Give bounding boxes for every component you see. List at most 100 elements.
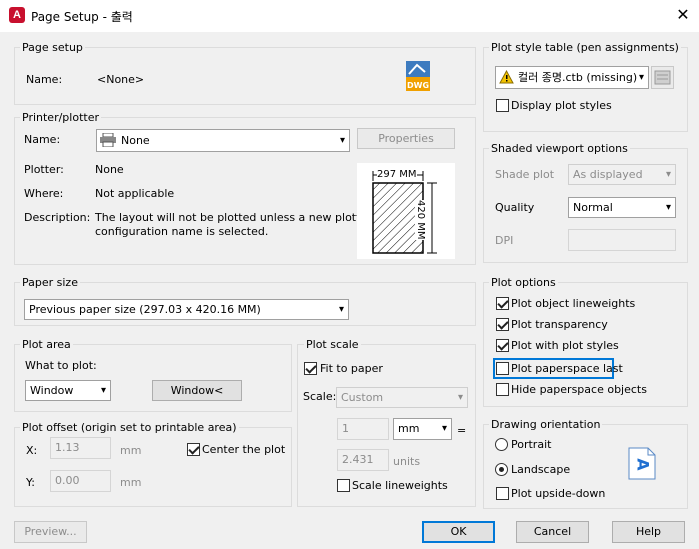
paper-height-text: 420 MM <box>415 200 426 240</box>
paper-size-select[interactable]: Previous paper size (297.03 x 420.16 MM)… <box>24 299 349 320</box>
display-plot-styles-checkbox[interactable] <box>496 99 509 112</box>
plot-style-edit-icon <box>654 70 671 88</box>
orientation-letter: A <box>633 458 653 471</box>
fit-to-paper-label: Fit to paper <box>320 362 383 375</box>
printer-name-value: None <box>121 134 150 147</box>
offset-y-input[interactable]: 0.00 <box>50 470 111 492</box>
plot-paperspace-last-label: Plot paperspace last <box>511 362 623 375</box>
chevron-down-icon: ▾ <box>665 202 671 213</box>
autocad-app-icon: A <box>9 7 25 23</box>
what-to-plot-select[interactable]: Window ▾ <box>25 380 111 401</box>
chevron-down-icon: ▾ <box>638 72 644 83</box>
printer-name-label: Name: <box>24 133 61 146</box>
plot-area-group <box>14 344 292 412</box>
plot-area-group-label: Plot area <box>20 338 73 351</box>
plot-style-select[interactable]: 컬러 종명.ctb (missing) ▾ <box>495 66 649 89</box>
chevron-down-icon: ▾ <box>457 392 463 403</box>
ok-button[interactable]: OK <box>422 521 495 543</box>
dwg-icon-text: DWG <box>407 81 430 90</box>
dpi-label: DPI <box>495 234 514 247</box>
scale-units-input[interactable]: 2.431 <box>337 449 389 471</box>
shade-plot-select[interactable]: As displayed ▾ <box>568 164 676 185</box>
drawing-orientation-group-label: Drawing orientation <box>489 418 603 431</box>
scale-select[interactable]: Custom ▾ <box>336 387 468 408</box>
offset-x-input[interactable]: 1.13 <box>50 437 111 459</box>
help-button[interactable]: Help <box>612 521 685 543</box>
printer-name-select[interactable]: None ▾ <box>96 129 350 152</box>
printer-icon <box>100 132 116 150</box>
paper-size-value: Previous paper size (297.03 x 420.16 MM) <box>29 303 261 316</box>
plot-with-plot-styles-checkbox[interactable] <box>496 339 509 352</box>
properties-button[interactable]: Properties <box>357 128 455 149</box>
plot-upside-down-checkbox[interactable] <box>496 487 509 500</box>
close-icon[interactable]: ✕ <box>672 4 694 26</box>
cancel-button[interactable]: Cancel <box>516 521 589 543</box>
scale-value: Custom <box>341 391 384 404</box>
plot-offset-group-label: Plot offset (origin set to printable are… <box>20 421 239 434</box>
landscape-radio[interactable] <box>495 463 508 476</box>
scale-lineweights-label: Scale lineweights <box>352 479 448 492</box>
where-label: Where: <box>24 187 64 200</box>
paper-width-text: 297 MM <box>377 169 417 180</box>
quality-value: Normal <box>573 201 613 214</box>
display-plot-styles-label: Display plot styles <box>511 99 612 112</box>
portrait-label: Portrait <box>511 438 552 451</box>
page-setup-name-value: <None> <box>97 73 145 86</box>
plotter-value: None <box>95 163 124 176</box>
fit-to-paper-checkbox[interactable] <box>304 362 317 375</box>
shade-plot-label: Shade plot <box>495 168 555 181</box>
plot-style-group-label: Plot style table (pen assignments) <box>489 41 681 54</box>
chevron-down-icon: ▾ <box>339 135 345 146</box>
scale-units-label: units <box>393 455 421 468</box>
quality-select[interactable]: Normal ▾ <box>568 197 676 218</box>
window-title: Page Setup - 출력 <box>31 10 133 24</box>
scale-unit-select[interactable]: mm ▾ <box>393 418 452 440</box>
chevron-down-icon: ▾ <box>441 423 447 434</box>
offset-y-label: Y: <box>26 476 35 489</box>
plot-scale-group-label: Plot scale <box>304 338 361 351</box>
paper-size-group-label: Paper size <box>20 276 80 289</box>
where-value: Not applicable <box>95 187 175 200</box>
scale-unit-value: mm <box>398 422 420 435</box>
window-pick-button[interactable]: Window< <box>152 380 242 401</box>
plot-object-lineweights-checkbox[interactable] <box>496 297 509 310</box>
plot-object-lineweights-label: Plot object lineweights <box>511 297 636 310</box>
chevron-down-icon: ▾ <box>100 385 106 396</box>
plot-style-value: 컬러 종명.ctb (missing) <box>518 71 638 84</box>
plot-transparency-checkbox[interactable] <box>496 318 509 331</box>
plot-transparency-label: Plot transparency <box>511 318 608 331</box>
landscape-label: Landscape <box>511 463 571 476</box>
description-label: Description: <box>24 211 91 224</box>
chevron-down-icon: ▾ <box>338 304 344 315</box>
warning-icon <box>499 69 514 87</box>
plot-options-group-label: Plot options <box>489 276 558 289</box>
chevron-down-icon: ▾ <box>665 169 671 180</box>
offset-x-label: X: <box>26 444 38 457</box>
description-line-1: The layout will not be plotted unless a … <box>95 211 372 224</box>
page-setup-group-label: Page setup <box>20 41 85 54</box>
plot-upside-down-label: Plot upside-down <box>511 487 606 500</box>
shaded-viewport-group-label: Shaded viewport options <box>489 142 630 155</box>
what-to-plot-label: What to plot: <box>25 359 97 372</box>
page-setup-name-label: Name: <box>26 73 63 86</box>
scale-numerator-input[interactable]: 1 <box>337 418 389 440</box>
plot-style-edit-button[interactable] <box>651 66 674 89</box>
hide-paperspace-objects-label: Hide paperspace objects <box>511 383 647 396</box>
portrait-radio[interactable] <box>495 438 508 451</box>
printer-group-label: Printer/plotter <box>20 111 101 124</box>
description-line-2: configuration name is selected. <box>95 225 269 238</box>
what-to-plot-value: Window <box>30 384 74 397</box>
hide-paperspace-objects-checkbox[interactable] <box>496 383 509 396</box>
dpi-input[interactable] <box>568 229 676 251</box>
center-plot-checkbox[interactable] <box>187 443 200 456</box>
plot-paperspace-last-checkbox[interactable] <box>496 362 509 375</box>
quality-label: Quality <box>495 201 535 214</box>
preview-button[interactable]: Preview... <box>14 521 87 543</box>
plot-with-plot-styles-label: Plot with plot styles <box>511 339 619 352</box>
scale-equals-sign: = <box>457 424 467 437</box>
offset-x-unit: mm <box>120 444 142 457</box>
scale-label: Scale: <box>303 390 337 403</box>
center-plot-label: Center the plot <box>202 443 286 456</box>
offset-y-unit: mm <box>120 476 142 489</box>
scale-lineweights-checkbox[interactable] <box>337 479 350 492</box>
